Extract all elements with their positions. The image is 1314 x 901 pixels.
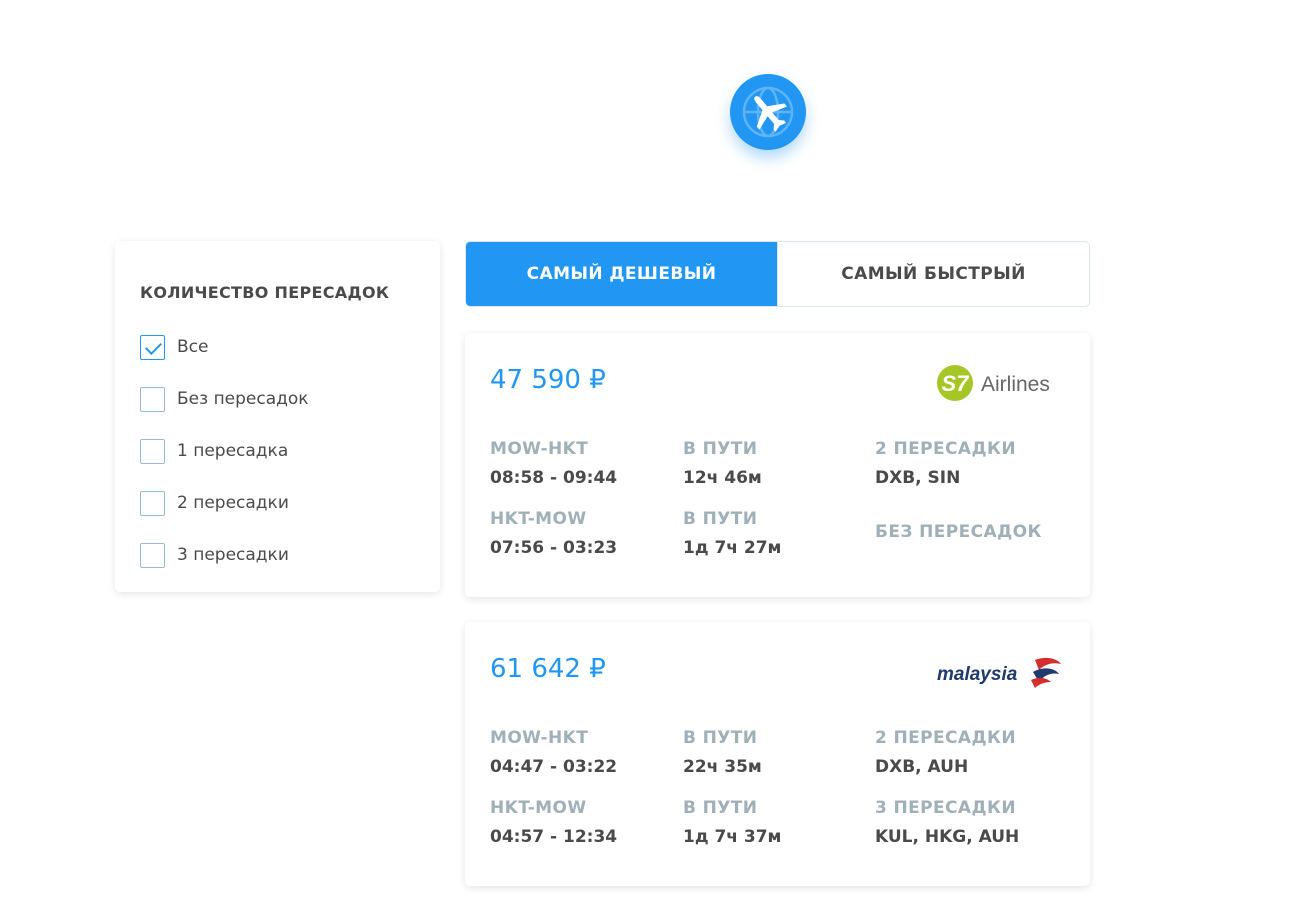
tab-fastest[interactable]: САМЫЙ БЫСТРЫЙ [777,242,1089,306]
segment-duration: 12ч 46м [683,468,762,488]
filter-option-label: 2 пересадки [177,493,289,513]
ticket-price: 47 590 ₽ [490,365,606,395]
segment-stops: DXB, AUH [875,757,969,777]
segment-stops-label: 2 ПЕРЕСАДКИ [875,439,1016,459]
segment-duration: 22ч 35м [683,757,762,777]
segment-route: MOW-HKT [490,728,589,748]
filter-option-label: Без пересадок [177,389,309,409]
carrier-name: Airlines [981,373,1050,396]
malaysia-airlines-logo: malaysia [935,650,1065,694]
checkbox-icon[interactable] [140,490,165,516]
segment-stops-label: БЕЗ ПЕРЕСАДОК [875,522,1042,542]
filter-option-2-stops[interactable]: 2 пересадки [140,490,289,516]
filter-option-1-stop[interactable]: 1 пересадка [140,438,288,464]
segment-time: 07:56 - 03:23 [490,538,618,558]
tab-cheapest[interactable]: САМЫЙ ДЕШЕВЫЙ [466,242,777,306]
segment-duration: 1д 7ч 27м [683,538,782,558]
segment-route: HKT-MOW [490,509,587,529]
filter-option-nonstop[interactable]: Без пересадок [140,386,309,412]
ticket-card[interactable]: 47 590 ₽ S7 Airlines MOW-HKT 08:58 - 09:… [465,333,1090,597]
checkbox-checked-icon[interactable] [140,334,165,360]
segment-duration-label: В ПУТИ [683,798,758,818]
filter-option-all[interactable]: Все [140,334,208,360]
airplane-globe-icon [742,86,794,138]
filter-option-label: Все [177,337,209,357]
segment-duration-label: В ПУТИ [683,439,758,459]
segment-stops-label: 3 ПЕРЕСАДКИ [875,798,1016,818]
segment-time: 08:58 - 09:44 [490,468,618,488]
segment-route: HKT-MOW [490,798,587,818]
segment-stops: KUL, HKG, AUH [875,827,1020,847]
s7-airlines-logo: S7 Airlines [935,361,1065,405]
filter-option-label: 3 пересадки [177,545,289,565]
segment-duration-label: В ПУТИ [683,728,758,748]
segment-stops-label: 2 ПЕРЕСАДКИ [875,728,1016,748]
segment-duration-label: В ПУТИ [683,509,758,529]
carrier-logo-text: malaysia [937,664,1018,685]
ticket-price: 61 642 ₽ [490,654,606,684]
filter-option-label: 1 пересадка [177,441,289,461]
app-logo[interactable] [730,74,806,150]
carrier-logo-text: S7 [942,371,971,396]
segment-time: 04:47 - 03:22 [490,757,618,777]
segment-time: 04:57 - 12:34 [490,827,618,847]
ticket-card[interactable]: 61 642 ₽ malaysia MOW-HKT 04:47 - 03:22 … [465,622,1090,886]
stops-filter-panel: КОЛИЧЕСТВО ПЕРЕСАДОК Все Без пересадок 1… [115,241,440,592]
checkbox-icon[interactable] [140,438,165,464]
segment-duration: 1д 7ч 37м [683,827,782,847]
checkbox-icon[interactable] [140,386,165,412]
segment-route: MOW-HKT [490,439,589,459]
segment-stops: DXB, SIN [875,468,961,488]
checkbox-icon[interactable] [140,542,165,568]
sort-tabs: САМЫЙ ДЕШЕВЫЙ САМЫЙ БЫСТРЫЙ [465,241,1090,307]
filter-title: КОЛИЧЕСТВО ПЕРЕСАДОК [140,283,390,302]
filter-option-3-stops[interactable]: 3 пересадки [140,542,289,568]
